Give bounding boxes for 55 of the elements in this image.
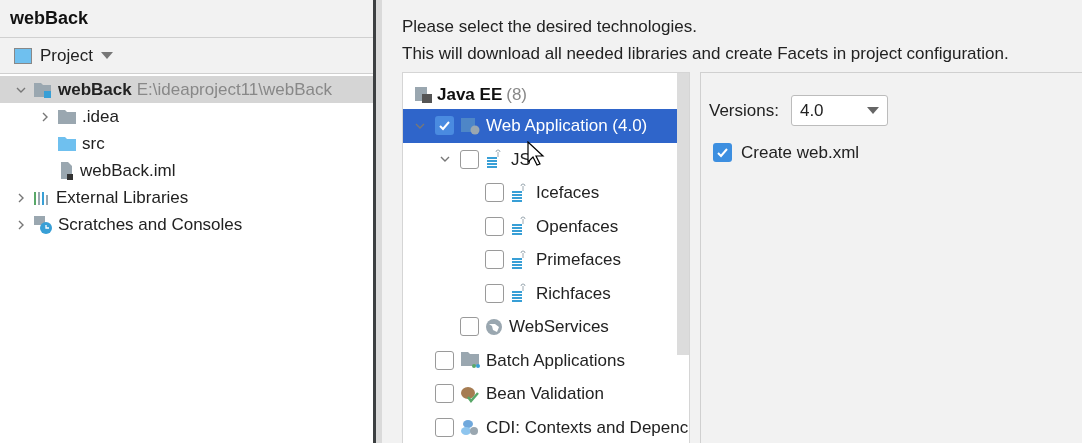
checkbox[interactable] <box>460 149 479 169</box>
checkbox[interactable] <box>435 116 454 136</box>
checkmark-icon <box>438 119 451 133</box>
window-icon <box>14 47 32 64</box>
checkbox[interactable] <box>435 417 454 437</box>
framework-label[interactable]: Icefaces <box>536 180 600 206</box>
tree-item-label[interactable]: External Libraries <box>56 184 189 211</box>
framework-label[interactable]: Primefaces <box>536 247 622 273</box>
chevron-right-icon[interactable] <box>16 192 26 203</box>
checkbox[interactable] <box>485 283 504 303</box>
framework-label[interactable]: Batch Applications <box>486 347 625 373</box>
instruction-text: Please select the desired technologies. <box>402 16 698 38</box>
checkbox[interactable] <box>485 183 504 203</box>
tree-item-label[interactable]: src <box>82 130 105 157</box>
checkbox[interactable] <box>460 317 479 337</box>
libraries-icon <box>33 189 51 206</box>
tree-item-label[interactable]: Scratches and Consoles <box>58 211 243 238</box>
scratches-icon <box>33 214 53 235</box>
checkbox[interactable] <box>713 143 732 163</box>
group-label: Java EE <box>437 84 503 107</box>
versions-label: Versions: <box>709 99 779 122</box>
checkbox[interactable] <box>485 250 504 270</box>
framework-label[interactable]: Openfaces <box>536 213 619 239</box>
tree-item-label[interactable]: webBack <box>58 76 132 103</box>
module-folder-icon <box>33 80 53 99</box>
checkbox[interactable] <box>435 350 454 370</box>
project-title: webBack <box>10 7 89 30</box>
framework-label[interactable]: CDI: Contexts and Depenc <box>486 414 689 440</box>
chevron-right-icon[interactable] <box>40 111 50 122</box>
folder-icon <box>57 135 77 152</box>
version-dropdown[interactable]: 4.0 <box>790 95 888 126</box>
folder-icon <box>460 351 480 370</box>
bean-check-icon <box>460 384 480 403</box>
web-module-icon <box>460 116 480 135</box>
dropdown-caret-icon <box>866 106 879 115</box>
dropdown-caret-icon <box>100 51 113 60</box>
tree-item-label[interactable]: webBack.iml <box>80 157 176 184</box>
checkbox[interactable] <box>435 384 454 404</box>
framework-label[interactable]: Bean Validation <box>486 381 604 407</box>
folder-icon <box>57 108 77 125</box>
framework-label[interactable]: Richfaces <box>536 280 611 306</box>
instruction-text: This will download all needed libraries and create Facets in project configuration. <box>402 42 1010 65</box>
view-selector[interactable]: Project <box>40 42 113 69</box>
globe-icon <box>485 317 503 336</box>
beans-icon <box>460 417 480 438</box>
checkbox[interactable] <box>485 216 504 236</box>
group-count: (8) <box>506 84 527 107</box>
chevron-right-icon[interactable] <box>16 219 26 230</box>
scrollbar[interactable] <box>677 73 689 355</box>
framework-label[interactable]: WebServices <box>509 314 609 340</box>
checkmark-icon <box>716 146 729 160</box>
checkbox-label: Create web.xml <box>741 142 860 164</box>
tree-item-label[interactable]: .idea <box>82 103 119 130</box>
module-path: E:\ideaproject11\webBack <box>136 78 332 101</box>
java-ee-icon <box>415 87 433 103</box>
